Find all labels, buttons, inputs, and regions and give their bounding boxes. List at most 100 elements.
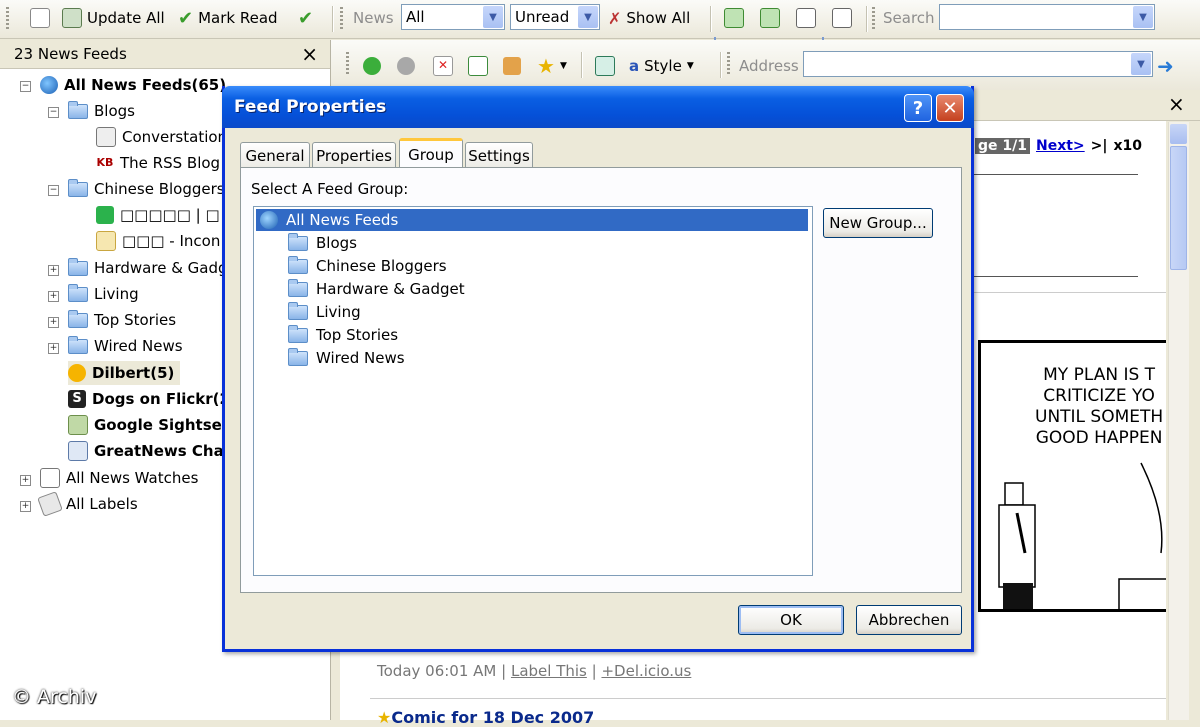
- toolbar-grip[interactable]: [872, 7, 875, 31]
- expand-toggle[interactable]: +: [48, 317, 59, 328]
- view-button[interactable]: [595, 54, 615, 78]
- back-button[interactable]: [363, 54, 381, 78]
- new-group-button[interactable]: New Group...: [823, 208, 933, 238]
- divider: [962, 174, 1138, 175]
- new-feed-button[interactable]: [30, 6, 50, 30]
- expand-toggle[interactable]: +: [48, 291, 59, 302]
- close-icon[interactable]: ×: [301, 42, 318, 66]
- delicious-link[interactable]: +Del.icio.us: [601, 662, 691, 680]
- expand-toggle[interactable]: +: [48, 343, 59, 354]
- tree-item-top-stories[interactable]: Top Stories: [68, 308, 176, 332]
- dialog-titlebar[interactable]: Feed Properties ? ✕: [222, 86, 974, 128]
- home-button[interactable]: [503, 54, 521, 78]
- tab-general[interactable]: General: [240, 142, 310, 168]
- group-item-wired-news[interactable]: Wired News: [288, 347, 405, 369]
- style-button[interactable]: a Style ▼: [629, 54, 694, 78]
- ok-button[interactable]: OK: [738, 605, 844, 635]
- feed-count-label: 23 News Feeds: [14, 45, 127, 63]
- group-item-living[interactable]: Living: [288, 301, 361, 323]
- dilbert-icon: [68, 364, 86, 382]
- group-item-all-news-feeds[interactable]: All News Feeds: [256, 209, 808, 231]
- mark-all-read-button[interactable]: ✔: [298, 6, 313, 30]
- arrow-right-icon: [397, 57, 415, 75]
- star-icon: ★: [377, 708, 392, 727]
- toolbar-grip[interactable]: [346, 52, 349, 76]
- expand-toggle[interactable]: +: [48, 265, 59, 276]
- search-input[interactable]: ▼: [939, 4, 1155, 30]
- window-icon: [595, 56, 615, 76]
- separator: [581, 52, 582, 78]
- tree-item-all-news-feeds[interactable]: All News Feeds(65): [40, 73, 226, 97]
- expand-button[interactable]: [832, 6, 852, 30]
- item-time: Today 06:01 AM: [377, 662, 497, 680]
- collapse-button[interactable]: [796, 6, 816, 30]
- tab-properties[interactable]: Properties: [312, 142, 396, 168]
- move-down-button[interactable]: [760, 6, 780, 30]
- group-item-blogs[interactable]: Blogs: [288, 232, 357, 254]
- tab-group[interactable]: Group: [399, 138, 463, 168]
- chevron-down-icon[interactable]: ▼: [1133, 6, 1153, 28]
- toolbar-grip[interactable]: [6, 7, 9, 31]
- stop-button[interactable]: ✕: [433, 54, 453, 78]
- refresh-button[interactable]: [468, 54, 488, 78]
- chevron-down-icon[interactable]: ▼: [483, 6, 503, 28]
- group-item-hardware[interactable]: Hardware & Gadget: [288, 278, 465, 300]
- expand-toggle[interactable]: +: [20, 501, 31, 512]
- group-item-chinese-bloggers[interactable]: Chinese Bloggers: [288, 255, 447, 277]
- group-item-top-stories[interactable]: Top Stories: [288, 324, 398, 346]
- move-up-button[interactable]: [724, 6, 744, 30]
- mark-read-button[interactable]: ✔ Mark Read: [178, 6, 278, 30]
- next-page-link[interactable]: Next>: [1036, 138, 1085, 154]
- chevron-down-icon[interactable]: ▼: [578, 6, 598, 28]
- chevron-down-icon[interactable]: ▼: [1131, 53, 1151, 75]
- scroll-up-button[interactable]: [1170, 124, 1187, 144]
- ok-label: OK: [780, 611, 802, 629]
- close-button[interactable]: ✕: [936, 94, 964, 122]
- help-button[interactable]: ?: [904, 94, 932, 122]
- news-filter-select[interactable]: All ▼: [401, 4, 505, 30]
- go-button[interactable]: ➜: [1157, 54, 1174, 78]
- folder-icon: [68, 283, 88, 302]
- tree-item-wired-news[interactable]: Wired News: [68, 334, 183, 358]
- arrow-up-icon: [724, 8, 744, 28]
- divider: [370, 698, 1166, 699]
- tab-settings[interactable]: Settings: [465, 142, 533, 168]
- forward-button[interactable]: [397, 54, 415, 78]
- tree-item-living[interactable]: Living: [68, 282, 139, 306]
- next-item-title[interactable]: ★Comic for 18 Dec 2007: [377, 708, 594, 727]
- tree-item-dogs-flickr[interactable]: S Dogs on Flickr(2: [68, 387, 230, 411]
- tree-item-dilbert[interactable]: Dilbert(5): [68, 361, 181, 385]
- address-input[interactable]: ▼: [803, 51, 1153, 77]
- toolbar-grip[interactable]: [340, 7, 343, 31]
- go-arrow-icon: ➜: [1157, 54, 1174, 78]
- collapse-toggle[interactable]: −: [20, 81, 31, 92]
- group-tree[interactable]: All News Feeds Blogs Chinese Bloggers Ha…: [253, 206, 813, 576]
- unread-filter-select[interactable]: Unread ▼: [510, 4, 600, 30]
- update-all-button[interactable]: Update All: [62, 6, 165, 30]
- tree-item-all-labels[interactable]: All Labels: [37, 491, 138, 517]
- show-all-button[interactable]: ✗ Show All: [608, 6, 690, 30]
- collapse-toggle[interactable]: −: [48, 107, 59, 118]
- tree-item-blogs[interactable]: Blogs: [68, 99, 135, 123]
- vertical-scrollbar[interactable]: [1168, 122, 1189, 720]
- scroll-thumb[interactable]: [1170, 146, 1187, 270]
- tree-item-converstation[interactable]: Converstation: [96, 125, 227, 149]
- cancel-button[interactable]: Abbrechen: [856, 605, 962, 635]
- tree-item-chinese-feed-2[interactable]: □□□ - Incon: [96, 229, 220, 253]
- favorites-button[interactable]: ★ ▼: [537, 54, 567, 78]
- tree-item-chinese-bloggers[interactable]: Chinese Bloggers: [68, 177, 225, 201]
- toolbar-grip[interactable]: [727, 52, 730, 76]
- tree-item-chinese-feed-1[interactable]: □□□□□ | □: [96, 203, 220, 227]
- tree-item-hardware[interactable]: Hardware & Gadg: [68, 256, 228, 280]
- tree-item-rss-blog[interactable]: KB The RSS Blog: [96, 151, 220, 175]
- update-icon: [62, 8, 82, 28]
- address-label: Address: [739, 57, 799, 75]
- close-icon[interactable]: ×: [1168, 92, 1185, 116]
- tree-item-news-watches[interactable]: All News Watches: [40, 466, 198, 490]
- last-page-link[interactable]: >|: [1091, 138, 1108, 154]
- label-this-link[interactable]: Label This: [511, 662, 587, 680]
- collapse-toggle[interactable]: −: [48, 185, 59, 196]
- expand-toggle[interactable]: +: [20, 475, 31, 486]
- tree-item-google-sightseeing[interactable]: Google Sightse: [68, 413, 222, 437]
- tree-item-greatnews[interactable]: GreatNews Cha: [68, 439, 224, 463]
